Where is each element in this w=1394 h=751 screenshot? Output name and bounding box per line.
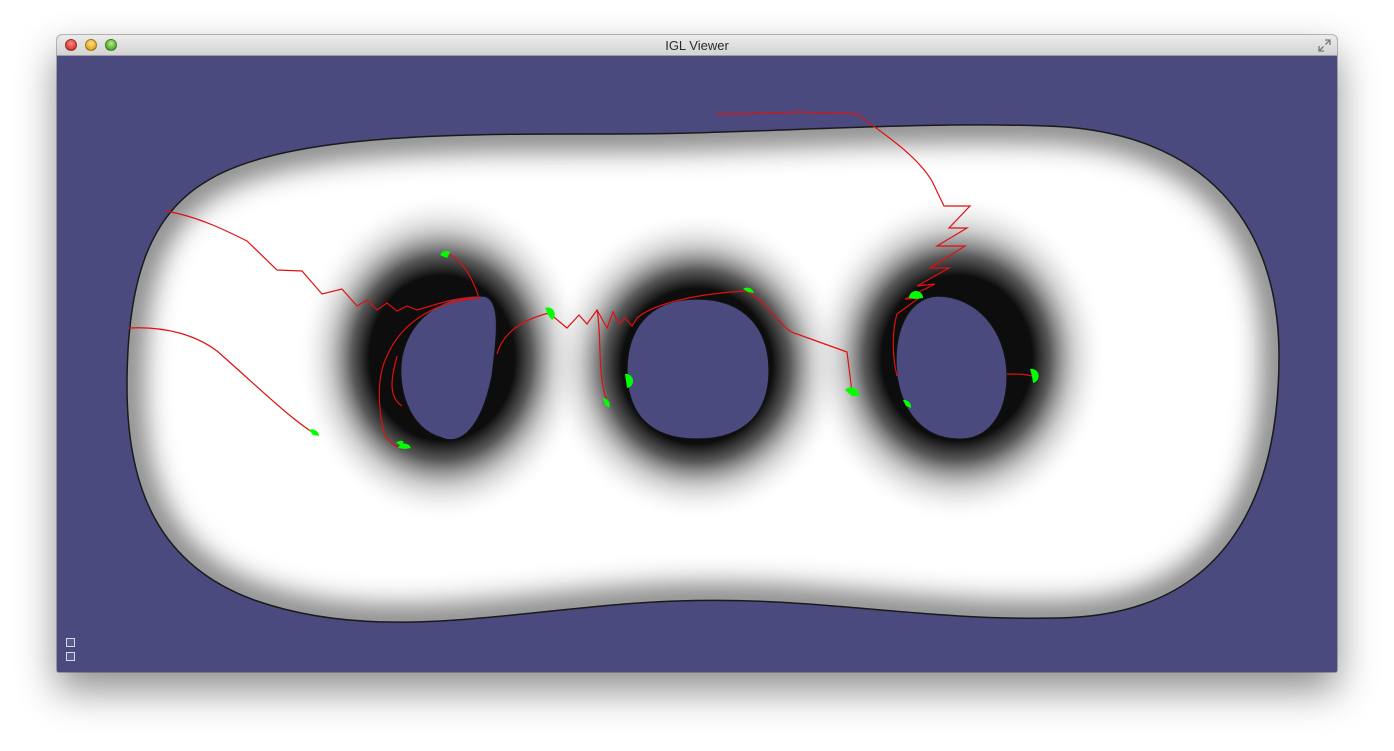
mesh-render: [126, 111, 1280, 623]
viewer-window: IGL Viewer: [57, 35, 1337, 672]
window-title: IGL Viewer: [665, 38, 729, 53]
widget-toggle-icon[interactable]: [66, 638, 75, 647]
fullscreen-icon[interactable]: [1318, 39, 1331, 52]
3d-viewport[interactable]: [57, 56, 1337, 672]
title-bar[interactable]: IGL Viewer: [57, 35, 1337, 56]
widget-panel-icon[interactable]: [66, 652, 75, 661]
